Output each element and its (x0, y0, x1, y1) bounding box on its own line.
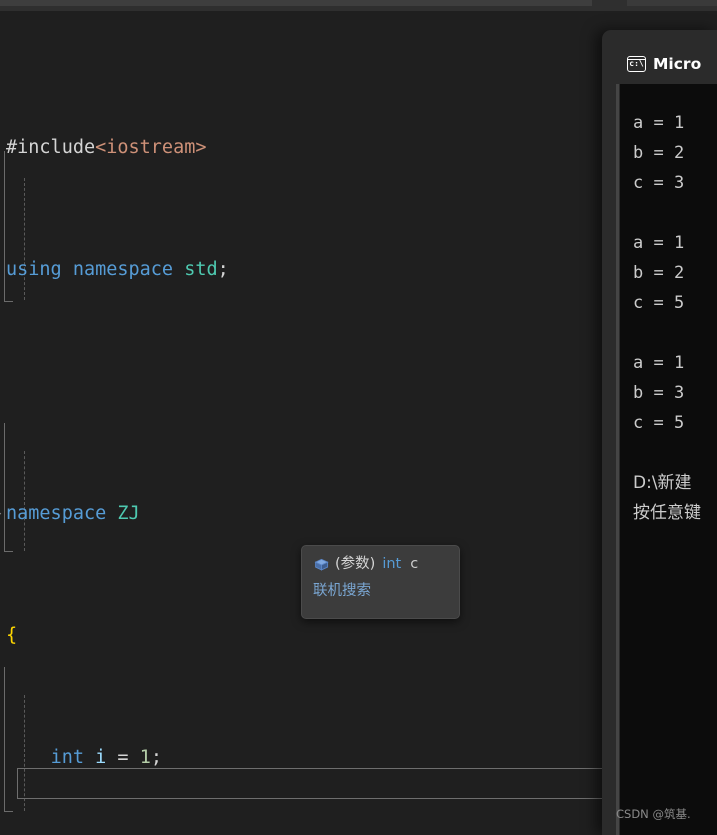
editor-horizontal-scrollbar[interactable] (0, 0, 717, 11)
csdn-watermark: CSDN @筑基. (616, 807, 691, 821)
hover-tooltip[interactable]: (参数) int c 联机搜索 (301, 545, 460, 619)
tooltip-online-search-link[interactable]: 联机搜索 (313, 581, 448, 601)
parameter-cube-icon (314, 558, 329, 571)
console-output-text: a = 1 b = 2 c = 3 a = 1 b = 2 c = 5 a = … (633, 113, 685, 433)
fold-chevron-icon[interactable]: ⌄ (0, 506, 7, 520)
scrollbar-thumb[interactable] (0, 0, 592, 6)
console-output-area[interactable]: a = 1 b = 2 c = 3 a = 1 b = 2 c = 5 a = … (620, 84, 717, 835)
screenshot-root: #include<iostream> using namespace std; … (0, 0, 717, 835)
scrollbar-thumb-secondary[interactable] (627, 0, 717, 6)
console-title-text: Micro (653, 55, 702, 73)
tooltip-kind-label: (参数) (335, 556, 376, 572)
tooltip-signature-row: (参数) int c (313, 554, 448, 574)
tooltip-identifier: c (410, 556, 419, 572)
console-prompt-line: 按任意键 (633, 503, 701, 523)
cmd-prompt-icon: c:\ (627, 56, 646, 72)
console-path-line: D:\新建 (633, 473, 692, 493)
console-title-bar[interactable]: c:\ Micro (627, 44, 717, 84)
tooltip-type: int (382, 556, 402, 572)
console-scrollbar[interactable] (616, 84, 619, 835)
